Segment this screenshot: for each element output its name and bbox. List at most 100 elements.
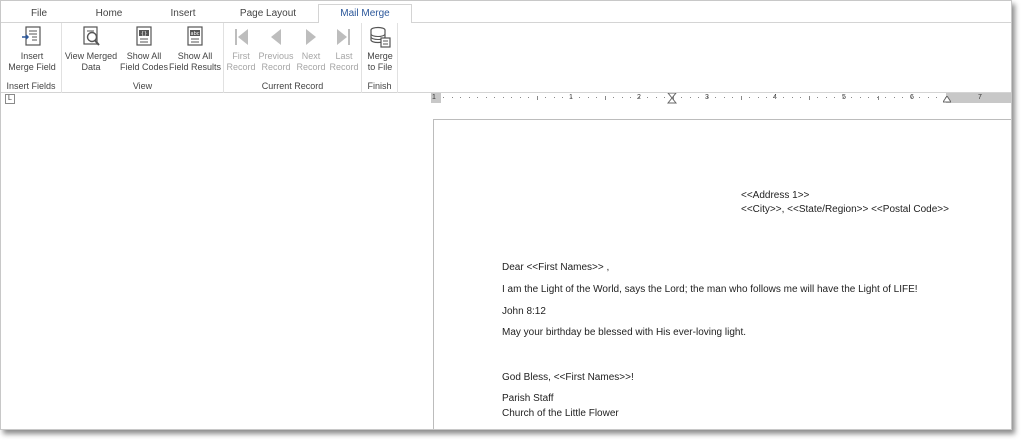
- ruler-dot: [809, 97, 810, 98]
- horizontal-ruler[interactable]: 1 1 2 3 4 5 6 7: [431, 93, 1011, 104]
- tab-insert[interactable]: Insert: [161, 5, 205, 23]
- ruler-dot: [945, 97, 946, 98]
- last-record-icon: [337, 29, 350, 45]
- ruler-dot: [775, 97, 776, 98]
- merge-to-file-label-2: to File: [367, 62, 393, 72]
- signature-line-2[interactable]: Church of the Little Flower: [502, 408, 619, 419]
- ruler-dot: [503, 97, 504, 98]
- view-merged-data-label-1: View Merged: [64, 51, 118, 61]
- first-record-label-1: First: [232, 51, 250, 61]
- ribbon-tab-strip: File Home Insert Page Layout Mail Merge: [1, 1, 1011, 24]
- show-all-field-codes-label-2: Field Codes: [119, 62, 169, 72]
- tab-mail-merge[interactable]: Mail Merge: [318, 4, 412, 24]
- ruler-dot: [936, 97, 937, 98]
- body-paragraph-3[interactable]: May your birthday be blessed with His ev…: [502, 327, 746, 338]
- view-group-label: View: [132, 81, 153, 91]
- view-merged-data-icon: [83, 26, 100, 46]
- svg-text:{}: {}: [141, 31, 147, 37]
- next-record-button[interactable]: Next Record: [296, 25, 326, 73]
- ruler-dot: [919, 97, 920, 98]
- insert-merge-field-label-2: Merge Field: [8, 62, 56, 72]
- finish-group-label: Finish: [367, 81, 392, 91]
- ruler-number: 1: [432, 94, 436, 101]
- ruler-dot: [613, 97, 614, 98]
- ruler-dot: [826, 97, 827, 98]
- database-merge-icon: [370, 26, 391, 48]
- ruler-dot: [596, 97, 597, 98]
- closing-line[interactable]: God Bless, <<First Names>>!: [502, 372, 634, 383]
- ruler-dot: [868, 97, 869, 98]
- address-line-1-field[interactable]: <<Address 1>>: [741, 190, 809, 201]
- tab-stop-selector[interactable]: L: [5, 94, 15, 104]
- ruler-tick: [878, 96, 879, 100]
- ruler-dot: [622, 97, 623, 98]
- first-record-button[interactable]: First Record: [226, 25, 256, 73]
- show-all-field-results-button[interactable]: abc Show All Field Results: [168, 25, 222, 73]
- tab-home[interactable]: Home: [89, 5, 129, 23]
- ruler-dot: [766, 97, 767, 98]
- ruler-dot: [690, 97, 691, 98]
- ruler-dot: [554, 97, 555, 98]
- ruler-dot: [630, 97, 631, 98]
- ruler-dot: [562, 97, 563, 98]
- previous-record-button[interactable]: Previous Record: [258, 25, 294, 73]
- view-merged-data-button[interactable]: View Merged Data: [64, 25, 118, 73]
- greeting-line[interactable]: Dear <<First Names>> ,: [502, 262, 609, 273]
- next-record-icon: [306, 29, 316, 45]
- ruler-dot: [673, 97, 674, 98]
- ruler-dot: [664, 97, 665, 98]
- ruler-dot: [460, 97, 461, 98]
- ruler-dot: [800, 97, 801, 98]
- tab-page-layout[interactable]: Page Layout: [235, 5, 301, 23]
- next-record-label-1: Next: [301, 51, 321, 61]
- merge-to-file-label-1: Merge: [367, 51, 393, 61]
- ruler-dot: [885, 97, 886, 98]
- ruler-indent-marker-icon[interactable]: [667, 93, 677, 107]
- document-page[interactable]: <<Address 1>> <<City>>, <<State/Region>>…: [433, 119, 1011, 429]
- last-record-label-2: Record: [329, 62, 359, 72]
- ruler-bar: [431, 93, 1011, 103]
- ruler-dot: [758, 97, 759, 98]
- merge-to-file-button[interactable]: Merge to File: [364, 25, 396, 73]
- ruler-dot: [681, 97, 682, 98]
- ruler-dot: [698, 97, 699, 98]
- ruler-dot: [749, 97, 750, 98]
- ribbon: Insert Merge Field Insert Fields View Me…: [1, 23, 1011, 93]
- group-insert-fields: Insert Merge Field Insert Fields: [1, 23, 62, 93]
- ruler-dot: [579, 97, 580, 98]
- show-all-field-codes-button[interactable]: {} Show All Field Codes: [119, 25, 169, 73]
- field-codes-icon: {}: [136, 26, 152, 46]
- group-current-record: First Record Previous Record Next Record: [224, 23, 362, 93]
- last-record-button[interactable]: Last Record: [328, 25, 360, 73]
- insert-merge-field-button[interactable]: Insert Merge Field: [6, 25, 58, 73]
- svg-text:abc: abc: [191, 31, 200, 37]
- ruler-dot: [707, 97, 708, 98]
- ruler-dot: [741, 97, 742, 98]
- ruler-dot: [732, 97, 733, 98]
- body-paragraph-2[interactable]: John 8:12: [502, 306, 546, 317]
- ruler-dot: [877, 97, 878, 98]
- ruler-dot: [452, 97, 453, 98]
- ruler-dot: [545, 97, 546, 98]
- current-record-group-label: Current Record: [261, 81, 324, 91]
- ruler-dot: [851, 97, 852, 98]
- body-paragraph-1[interactable]: I am the Light of the World, says the Lo…: [502, 284, 918, 295]
- tab-file[interactable]: File: [21, 5, 57, 23]
- ruler-dot: [537, 97, 538, 98]
- ruler-dot: [639, 97, 640, 98]
- address-line-2-field[interactable]: <<City>>, <<State/Region>> <<Postal Code…: [741, 204, 949, 215]
- ruler-number: 6: [910, 93, 914, 103]
- ruler-dot: [588, 97, 589, 98]
- ruler-number: 1: [569, 93, 573, 103]
- next-record-label-2: Record: [296, 62, 326, 72]
- ruler-dot: [528, 97, 529, 98]
- ruler-dot: [656, 97, 657, 98]
- previous-record-label-1: Previous: [258, 51, 294, 61]
- previous-record-icon: [271, 29, 281, 45]
- ruler-dot: [494, 97, 495, 98]
- group-view: View Merged Data {} Show All Field Codes: [62, 23, 224, 93]
- signature-line-1[interactable]: Parish Staff: [502, 393, 554, 404]
- show-all-field-results-label-2: Field Results: [168, 62, 222, 72]
- view-merged-data-label-2: Data: [81, 62, 101, 72]
- ruler-dot: [571, 97, 572, 98]
